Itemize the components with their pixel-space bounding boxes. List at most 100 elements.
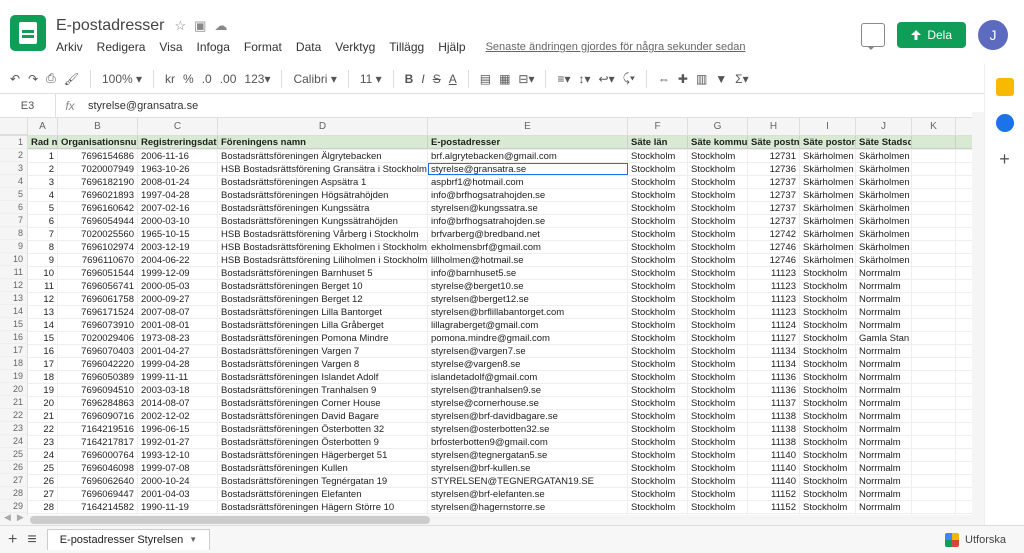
header-cell[interactable]: Säte kommun: [688, 136, 748, 149]
redo-icon[interactable]: ↷: [28, 72, 38, 86]
cell[interactable]: 7164214582: [58, 501, 138, 513]
cell[interactable]: Stockholm: [688, 189, 748, 201]
cell[interactable]: 14: [28, 319, 58, 331]
cell[interactable]: 11127: [748, 332, 800, 344]
cell[interactable]: 11134: [748, 345, 800, 357]
cell[interactable]: Stockholm: [800, 501, 856, 513]
cell[interactable]: 11123: [748, 293, 800, 305]
undo-icon[interactable]: ↶: [10, 72, 20, 86]
cell[interactable]: [912, 410, 956, 422]
cell[interactable]: 27: [28, 488, 58, 500]
cell[interactable]: Norrmalm: [856, 436, 912, 448]
cell[interactable]: Bostadsrättsföreningen Elefanten: [218, 488, 428, 500]
cell[interactable]: HSB Bostadsrättsförening Liliholmen i St…: [218, 254, 428, 266]
cell[interactable]: 1: [28, 150, 58, 162]
column-header-I[interactable]: I: [800, 118, 856, 135]
cell[interactable]: Skärholmen: [800, 254, 856, 266]
cell[interactable]: aspbrf1@hotmail.com: [428, 176, 628, 188]
row-header[interactable]: 22: [0, 409, 28, 422]
fill-color-icon[interactable]: ▤: [480, 72, 491, 86]
cell[interactable]: [912, 150, 956, 162]
row-header[interactable]: 3: [0, 162, 28, 175]
cell[interactable]: Stockholm: [628, 176, 688, 188]
link-icon[interactable]: ⇔: [658, 72, 670, 86]
cell[interactable]: Stockholm: [688, 267, 748, 279]
cell[interactable]: 15: [28, 332, 58, 344]
cell[interactable]: styrelsen@brflillabantorget.com: [428, 306, 628, 318]
add-sheet-button[interactable]: +: [8, 531, 17, 549]
selected-cell[interactable]: styrelse@gransatra.se: [428, 163, 628, 175]
cell[interactable]: 2000-03-10: [138, 215, 218, 227]
cell[interactable]: 7696054944: [58, 215, 138, 227]
cell[interactable]: 19: [28, 384, 58, 396]
cell[interactable]: Stockholm: [688, 319, 748, 331]
cell[interactable]: Stockholm: [688, 306, 748, 318]
cell[interactable]: 1992-01-27: [138, 436, 218, 448]
row-header[interactable]: 15: [0, 318, 28, 331]
cell[interactable]: Norrmalm: [856, 462, 912, 474]
menu-redigera[interactable]: Redigera: [97, 40, 146, 54]
cell[interactable]: [912, 462, 956, 474]
cell[interactable]: Bostadsrättsföreningen Vargen 7: [218, 345, 428, 357]
horizontal-scrollbar[interactable]: [0, 515, 972, 525]
cell[interactable]: [912, 280, 956, 292]
cell[interactable]: 7696000764: [58, 449, 138, 461]
cell[interactable]: 13: [28, 306, 58, 318]
cell[interactable]: Stockholm: [688, 254, 748, 266]
row-header[interactable]: 21: [0, 396, 28, 409]
cell[interactable]: Stockholm: [688, 280, 748, 292]
column-header-A[interactable]: A: [28, 118, 58, 135]
cell[interactable]: Stockholm: [800, 449, 856, 461]
italic-button[interactable]: I: [421, 72, 424, 86]
cell[interactable]: 1999-12-09: [138, 267, 218, 279]
header-cell[interactable]: Rad nr: [28, 136, 58, 149]
cell[interactable]: 2000-05-03: [138, 280, 218, 292]
cell[interactable]: [912, 306, 956, 318]
cell[interactable]: brfosterbotten9@gmail.com: [428, 436, 628, 448]
column-header-G[interactable]: G: [688, 118, 748, 135]
cell[interactable]: Bostadsrättsföreningen Lilla Gråberget: [218, 319, 428, 331]
cell[interactable]: Stockholm: [800, 423, 856, 435]
cell[interactable]: Skärholmen: [800, 215, 856, 227]
menu-tillagg[interactable]: Tillägg: [389, 40, 424, 54]
chart-icon[interactable]: ▥: [696, 72, 707, 86]
cell[interactable]: Stockholm: [688, 384, 748, 396]
cell[interactable]: Stockholm: [628, 423, 688, 435]
cell[interactable]: Norrmalm: [856, 501, 912, 513]
cell[interactable]: Stockholm: [628, 501, 688, 513]
all-sheets-button[interactable]: ≡: [27, 531, 36, 549]
move-icon[interactable]: ▣: [194, 18, 206, 34]
cell[interactable]: 11136: [748, 384, 800, 396]
cell[interactable]: [912, 384, 956, 396]
cell[interactable]: [912, 254, 956, 266]
row-header[interactable]: 6: [0, 201, 28, 214]
cell[interactable]: Stockholm: [688, 475, 748, 487]
cell[interactable]: Skärholmen: [856, 176, 912, 188]
cell[interactable]: 2000-10-24: [138, 475, 218, 487]
row-header[interactable]: 5: [0, 188, 28, 201]
column-header-F[interactable]: F: [628, 118, 688, 135]
cell[interactable]: Stockholm: [800, 280, 856, 292]
row-header[interactable]: 12: [0, 279, 28, 292]
cell[interactable]: 10: [28, 267, 58, 279]
row-header[interactable]: 16: [0, 331, 28, 344]
cell[interactable]: Bostadsrättsföreningen Lilla Bantorget: [218, 306, 428, 318]
cell[interactable]: 1999-04-28: [138, 358, 218, 370]
cell[interactable]: 7696062640: [58, 475, 138, 487]
row-header[interactable]: 25: [0, 448, 28, 461]
cell[interactable]: [912, 436, 956, 448]
cell[interactable]: 2001-08-01: [138, 319, 218, 331]
name-box[interactable]: E3: [0, 94, 56, 117]
cell[interactable]: [912, 423, 956, 435]
column-header-J[interactable]: J: [856, 118, 912, 135]
cell[interactable]: [912, 163, 956, 175]
menu-data[interactable]: Data: [296, 40, 321, 54]
cell[interactable]: 7696042220: [58, 358, 138, 370]
cell[interactable]: Skärholmen: [856, 163, 912, 175]
cell[interactable]: Stockholm: [628, 436, 688, 448]
cell[interactable]: Stockholm: [628, 163, 688, 175]
row-header[interactable]: 7: [0, 214, 28, 227]
cell[interactable]: Bostadsrättsföreningen Hägern Större 10: [218, 501, 428, 513]
cell[interactable]: Stockholm: [628, 475, 688, 487]
cell[interactable]: 1997-04-28: [138, 189, 218, 201]
